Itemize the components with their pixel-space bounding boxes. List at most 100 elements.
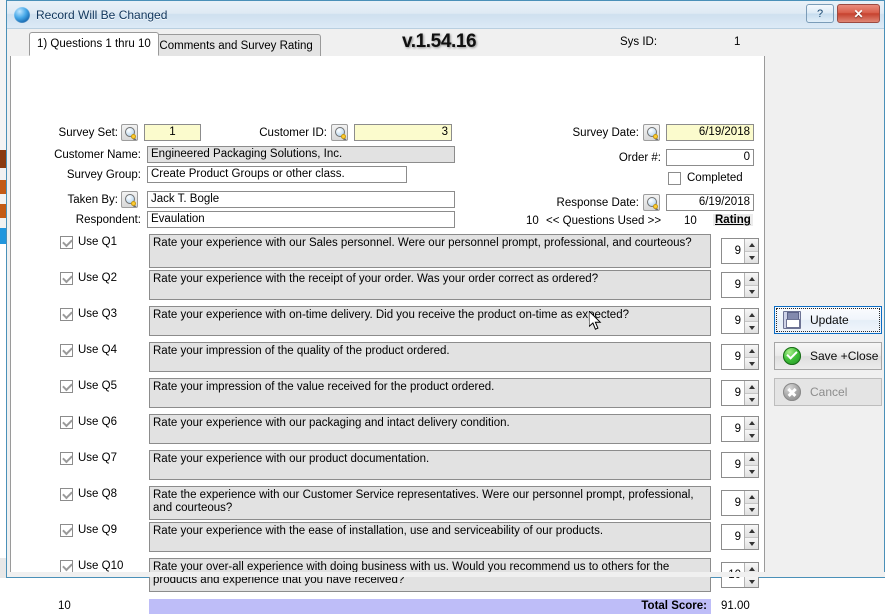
response-date-input[interactable]: 6/19/2018: [666, 194, 754, 211]
help-button[interactable]: ?: [806, 4, 834, 23]
rating-column-header: Rating: [713, 214, 753, 226]
order-number-input[interactable]: 0: [666, 149, 754, 166]
rating-up-icon-1[interactable]: [745, 239, 758, 251]
use-question-checkbox-5[interactable]: [60, 380, 73, 393]
rating-spinner-9[interactable]: 9: [721, 524, 759, 550]
rating-value-7: 9: [734, 459, 741, 471]
survey-date-input[interactable]: 6/19/2018: [666, 124, 754, 141]
close-button[interactable]: ✕: [837, 4, 880, 23]
rating-down-icon-5[interactable]: [745, 393, 758, 405]
rating-up-icon-2[interactable]: [745, 273, 758, 285]
rating-down-icon-3[interactable]: [745, 321, 758, 333]
question-text-2[interactable]: Rate your experience with the receipt of…: [149, 270, 711, 300]
rating-up-icon-3[interactable]: [745, 309, 758, 321]
use-question-label-2: Use Q2: [78, 272, 117, 284]
use-question-checkbox-9[interactable]: [60, 524, 73, 537]
rating-stepper-3[interactable]: [744, 309, 758, 333]
survey-set-lookup-icon[interactable]: [121, 124, 138, 141]
rating-spinner-8[interactable]: 9: [721, 490, 759, 516]
title-bar[interactable]: Record Will Be Changed ? ✕: [7, 1, 884, 29]
survey-set-input[interactable]: 1: [144, 124, 201, 141]
rating-value-5: 9: [734, 387, 741, 399]
rating-stepper-1[interactable]: [744, 239, 758, 263]
use-question-label-7: Use Q7: [78, 452, 117, 464]
rating-down-icon-1[interactable]: [745, 251, 758, 263]
rating-spinner-4[interactable]: 9: [721, 344, 759, 370]
question-text-7[interactable]: Rate your experience with our product do…: [149, 450, 711, 480]
taken-by-lookup-icon[interactable]: [121, 191, 138, 208]
question-text-6[interactable]: Rate your experience with our packaging …: [149, 414, 711, 444]
rating-up-icon-5[interactable]: [745, 381, 758, 393]
status-strip: [7, 572, 885, 577]
survey-group-label: Survey Group:: [66, 169, 141, 181]
use-question-checkbox-8[interactable]: [60, 488, 73, 501]
rating-value-8: 9: [734, 497, 741, 509]
taken-by-input[interactable]: Jack T. Bogle: [147, 191, 455, 208]
rating-down-icon-2[interactable]: [745, 285, 758, 297]
tab-questions[interactable]: 1) Questions 1 thru 10: [29, 32, 159, 56]
action-button-rail: Update Save +Close Cancel: [765, 56, 882, 574]
customer-id-lookup-icon[interactable]: [331, 124, 348, 141]
window-title: Record Will Be Changed: [36, 7, 168, 22]
rating-down-icon-9[interactable]: [745, 537, 758, 549]
question-text-5[interactable]: Rate your impression of the value receiv…: [149, 378, 711, 408]
cancel-button-label: Cancel: [810, 385, 848, 399]
survey-date-lookup-icon[interactable]: [643, 124, 660, 141]
rating-up-icon-7[interactable]: [745, 453, 758, 465]
globe-icon: [14, 6, 30, 23]
rating-spinner-3[interactable]: 9: [721, 308, 759, 334]
use-question-checkbox-4[interactable]: [60, 344, 73, 357]
question-text-8[interactable]: Rate the experience with our Customer Se…: [149, 486, 711, 520]
rating-spinner-5[interactable]: 9: [721, 380, 759, 406]
question-text-9[interactable]: Rate your experience with the ease of in…: [149, 522, 711, 552]
total-score-bar: Total Score:: [149, 599, 711, 614]
floppy-disk-icon: [783, 311, 801, 329]
dialog-body: Survey Set: 1 Customer ID: 3 Customer Na…: [7, 56, 884, 614]
question-text-1[interactable]: Rate your experience with our Sales pers…: [149, 234, 711, 268]
rating-spinner-1[interactable]: 9: [721, 238, 759, 264]
rating-stepper-9[interactable]: [744, 525, 758, 549]
use-question-checkbox-7[interactable]: [60, 452, 73, 465]
rating-down-icon-7[interactable]: [745, 465, 758, 477]
rating-spinner-7[interactable]: 9: [721, 452, 759, 478]
rating-stepper-2[interactable]: [744, 273, 758, 297]
save-close-button[interactable]: Save +Close: [774, 342, 882, 370]
rating-down-icon-8[interactable]: [745, 503, 758, 515]
customer-id-input[interactable]: 3: [354, 124, 452, 141]
survey-group-input[interactable]: Create Product Groups or other class.: [147, 166, 407, 183]
completed-checkbox[interactable]: [668, 172, 681, 185]
rating-stepper-5[interactable]: [744, 381, 758, 405]
rating-down-icon-4[interactable]: [745, 357, 758, 369]
use-question-label-10: Use Q10: [78, 560, 124, 572]
question-text-3[interactable]: Rate your experience with on-time delive…: [149, 306, 711, 336]
rating-stepper-7[interactable]: [744, 453, 758, 477]
use-question-checkbox-3[interactable]: [60, 308, 73, 321]
rating-up-icon-8[interactable]: [745, 491, 758, 503]
tab-comments-survey-rating[interactable]: 2) Comments and Survey Rating: [138, 34, 321, 56]
order-number-label: Order #:: [618, 152, 661, 164]
rating-stepper-4[interactable]: [744, 345, 758, 369]
update-button[interactable]: Update: [774, 306, 882, 334]
rating-value-3: 9: [734, 315, 741, 327]
taken-by-label: Taken By:: [67, 194, 119, 206]
update-button-label: Update: [810, 313, 849, 327]
sys-id-value: 1: [734, 36, 741, 48]
rating-down-icon-6[interactable]: [745, 429, 758, 441]
version-label: v.1.54.16: [402, 31, 477, 52]
rating-value-9: 9: [734, 531, 741, 543]
use-question-checkbox-6[interactable]: [60, 416, 73, 429]
rating-stepper-6[interactable]: [744, 417, 758, 441]
rating-spinner-2[interactable]: 9: [721, 272, 759, 298]
use-question-checkbox-1[interactable]: [60, 236, 73, 249]
question-text-4[interactable]: Rate your impression of the quality of t…: [149, 342, 711, 372]
rating-spinner-6[interactable]: 9: [721, 416, 759, 442]
respondent-label: Respondent:: [75, 214, 141, 226]
gray-x-icon: [783, 383, 801, 401]
rating-up-icon-6[interactable]: [745, 417, 758, 429]
rating-stepper-8[interactable]: [744, 491, 758, 515]
use-question-checkbox-2[interactable]: [60, 272, 73, 285]
response-date-lookup-icon[interactable]: [643, 194, 660, 211]
rating-up-icon-4[interactable]: [745, 345, 758, 357]
rating-up-icon-9[interactable]: [745, 525, 758, 537]
respondent-input[interactable]: Evaulation: [147, 211, 455, 228]
